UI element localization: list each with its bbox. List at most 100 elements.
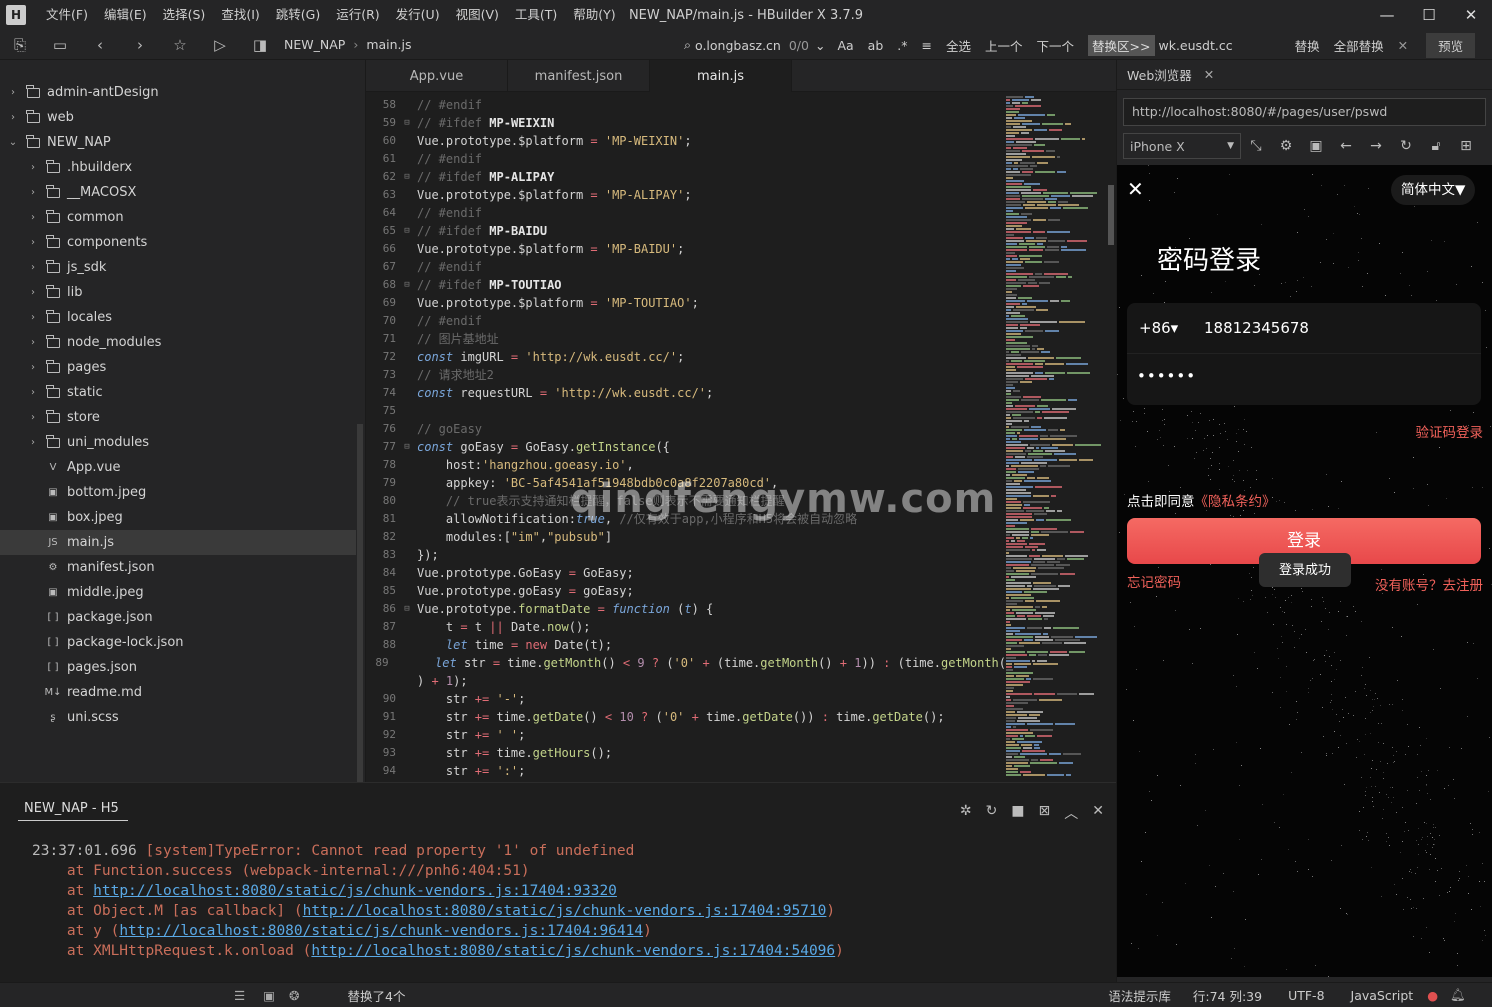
code-line[interactable]: 63 Vue.prototype.$platform = 'MP-ALIPAY'; — [366, 186, 1006, 204]
menu-item[interactable]: 查找(I) — [213, 0, 267, 30]
code-line[interactable]: 72 const imgURL = 'http://wk.eusdt.cc/'; — [366, 348, 1006, 366]
console-icon[interactable]: ▣ — [1301, 138, 1331, 154]
back-icon[interactable]: ‹ — [80, 30, 120, 60]
chevron-right-icon[interactable]: › — [6, 87, 20, 98]
menu-item[interactable]: 帮助(Y) — [565, 0, 623, 30]
code-line[interactable]: 64 // #endif — [366, 204, 1006, 222]
fold-icon[interactable]: ⊟ — [400, 114, 414, 132]
prev-button[interactable]: 上一个 — [985, 36, 1023, 55]
code-line[interactable]: 83}); — [366, 546, 1006, 564]
code-area[interactable]: 58// #endif 59 ⊟// #ifdef MP-WEIXIN 60 Vue.p… — [366, 96, 1006, 782]
browser-tab-label[interactable]: Web浏览器 — [1127, 65, 1192, 84]
collapse-icon[interactable]: ︿ — [1064, 803, 1078, 823]
chevron-right-icon[interactable]: › — [26, 237, 40, 248]
file-item[interactable]: ʂ uni.scss — [0, 705, 356, 730]
code-line[interactable]: 73 // 请求地址2 — [366, 366, 1006, 384]
next-button[interactable]: 下一个 — [1037, 36, 1075, 55]
code-line[interactable]: 94 str += ':'; — [366, 762, 1006, 780]
swap-area-button[interactable]: 替换区>> — [1088, 34, 1155, 56]
code-line[interactable]: 81 allowNotification:true, //仅有效于app,小程序… — [366, 510, 1006, 528]
bell-icon[interactable]: 🔔︎ — [1450, 987, 1466, 1003]
file-item[interactable]: [ ] package.json — [0, 605, 356, 630]
minimize-icon[interactable]: — — [1366, 0, 1408, 30]
project-item[interactable]: ⌄ NEW_NAP — [0, 130, 356, 155]
folder-item[interactable]: › .hbuilderx — [0, 155, 356, 180]
dropdown-icon[interactable]: ⌄ — [815, 38, 825, 53]
replace-input[interactable]: wk.eusdt.cc — [1159, 38, 1233, 53]
new-file-icon[interactable]: ⎘ — [0, 30, 40, 60]
user-icon[interactable]: ● — [1427, 988, 1438, 1003]
code-line[interactable]: 84 Vue.prototype.GoEasy = GoEasy; — [366, 564, 1006, 582]
folder-item[interactable]: › web — [0, 105, 356, 130]
code-line[interactable]: 79 appkey: 'BC-5af4541af51948bdb0c0a8f22… — [366, 474, 1006, 492]
code-line[interactable]: 71 // 图片基地址 — [366, 330, 1006, 348]
regex-icon[interactable]: .* — [897, 38, 907, 53]
editor-scrollbar[interactable] — [1108, 185, 1114, 245]
sidebar-scrollbar[interactable] — [357, 424, 363, 784]
menu-item[interactable]: 工具(T) — [507, 0, 565, 30]
code-line[interactable]: 90 str += '-'; — [366, 690, 1006, 708]
whole-word-icon[interactable]: ab — [868, 38, 884, 53]
close-icon[interactable]: ✕ — [1204, 67, 1214, 82]
code-line[interactable]: 59 ⊟// #ifdef MP-WEIXIN — [366, 114, 1006, 132]
console-link[interactable]: http://localhost:8080/static/js/chunk-ve… — [303, 903, 827, 919]
language-mode[interactable]: JavaScript — [1351, 988, 1414, 1003]
code-line[interactable]: 82 modules:["im","pubsub"] — [366, 528, 1006, 546]
list-icon[interactable]: ☰ — [234, 988, 245, 1003]
file-item[interactable]: ▣ middle.jpeg — [0, 580, 356, 605]
code-line[interactable]: 77 ⊟ const goEasy = GoEasy.getInstance({ — [366, 438, 1006, 456]
menu-item[interactable]: 运行(R) — [328, 0, 387, 30]
code-line[interactable]: 87 t = t || Date.now(); — [366, 618, 1006, 636]
code-line[interactable]: 88 let time = new Date(t); — [366, 636, 1006, 654]
code-line[interactable]: 89 let str = time.getMonth() < 9 ? ('0' … — [366, 654, 1006, 672]
debug-icon[interactable]: ✲ — [960, 803, 972, 823]
folder-item[interactable]: › lib — [0, 280, 356, 305]
match-case-icon[interactable]: Aa — [837, 38, 853, 53]
folder-item[interactable]: › pages — [0, 355, 356, 380]
code-line[interactable]: 69 Vue.prototype.$platform = 'MP-TOUTIAO'… — [366, 294, 1006, 312]
file-item[interactable]: [ ] package-lock.json — [0, 630, 356, 655]
find-input[interactable]: o.longbasz.cn — [695, 38, 781, 53]
forward-icon[interactable]: → — [1361, 138, 1391, 154]
code-line[interactable]: 62 ⊟// #ifdef MP-ALIPAY — [366, 168, 1006, 186]
replace-button[interactable]: 替换 — [1295, 36, 1320, 55]
file-item[interactable]: V App.vue — [0, 455, 356, 480]
code-line[interactable]: 93 str += time.getHours(); — [366, 744, 1006, 762]
chevron-right-icon[interactable]: › — [6, 112, 20, 123]
code-line[interactable]: 91 str += time.getDate() < 10 ? ('0' + t… — [366, 708, 1006, 726]
settings-icon[interactable]: ⚙ — [1271, 138, 1301, 154]
restart-icon[interactable]: ↻ — [986, 803, 998, 823]
encoding[interactable]: UTF-8 — [1288, 988, 1324, 1003]
minimap[interactable] — [1006, 96, 1106, 782]
code-line[interactable]: 67 // #endif — [366, 258, 1006, 276]
folder-item[interactable]: › node_modules — [0, 330, 356, 355]
file-item[interactable]: ▣ bottom.jpeg — [0, 480, 356, 505]
code-line[interactable]: 92 str += ' '; — [366, 726, 1006, 744]
cursor-position[interactable]: 行:74 列:39 — [1193, 986, 1262, 1005]
back-icon[interactable]: ← — [1331, 138, 1361, 154]
url-input[interactable]: http://localhost:8080/#/pages/user/pswd — [1123, 98, 1486, 126]
folder-item[interactable]: › components — [0, 230, 356, 255]
file-item[interactable]: ⚙ manifest.json — [0, 555, 356, 580]
code-line[interactable]: 78 host:'hangzhou.goeasy.io', — [366, 456, 1006, 474]
folder-item[interactable]: › js_sdk — [0, 255, 356, 280]
chevron-right-icon[interactable]: › — [26, 262, 40, 273]
rotate-icon[interactable]: ⤡ — [1241, 138, 1271, 154]
chevron-right-icon[interactable]: › — [26, 412, 40, 423]
close-find-icon[interactable]: ✕ — [1398, 38, 1408, 53]
folder-item[interactable]: › admin-antDesign — [0, 80, 356, 105]
password-input[interactable]: •••••• — [1137, 367, 1196, 385]
chevron-right-icon[interactable]: › — [26, 437, 40, 448]
refresh-icon[interactable]: ↻ — [1391, 138, 1421, 154]
replace-all-button[interactable]: 全部替换 — [1334, 36, 1384, 55]
plugin-icon[interactable]: ❂ — [289, 988, 299, 1003]
stop-icon[interactable]: ■ — [1011, 803, 1024, 823]
code-line[interactable]: 68 ⊟// #ifdef MP-TOUTIAO — [366, 276, 1006, 294]
console-link[interactable]: http://localhost:8080/static/js/chunk-ve… — [93, 883, 617, 899]
save-icon[interactable]: ▭ — [40, 30, 80, 60]
preview-button[interactable]: 预览 — [1426, 32, 1476, 58]
chevron-right-icon[interactable]: › — [26, 187, 40, 198]
syntax-hint-button[interactable]: 语法提示库 — [1108, 986, 1171, 1005]
chevron-right-icon[interactable]: › — [26, 337, 40, 348]
close-panel-icon[interactable]: ✕ — [1092, 803, 1104, 823]
